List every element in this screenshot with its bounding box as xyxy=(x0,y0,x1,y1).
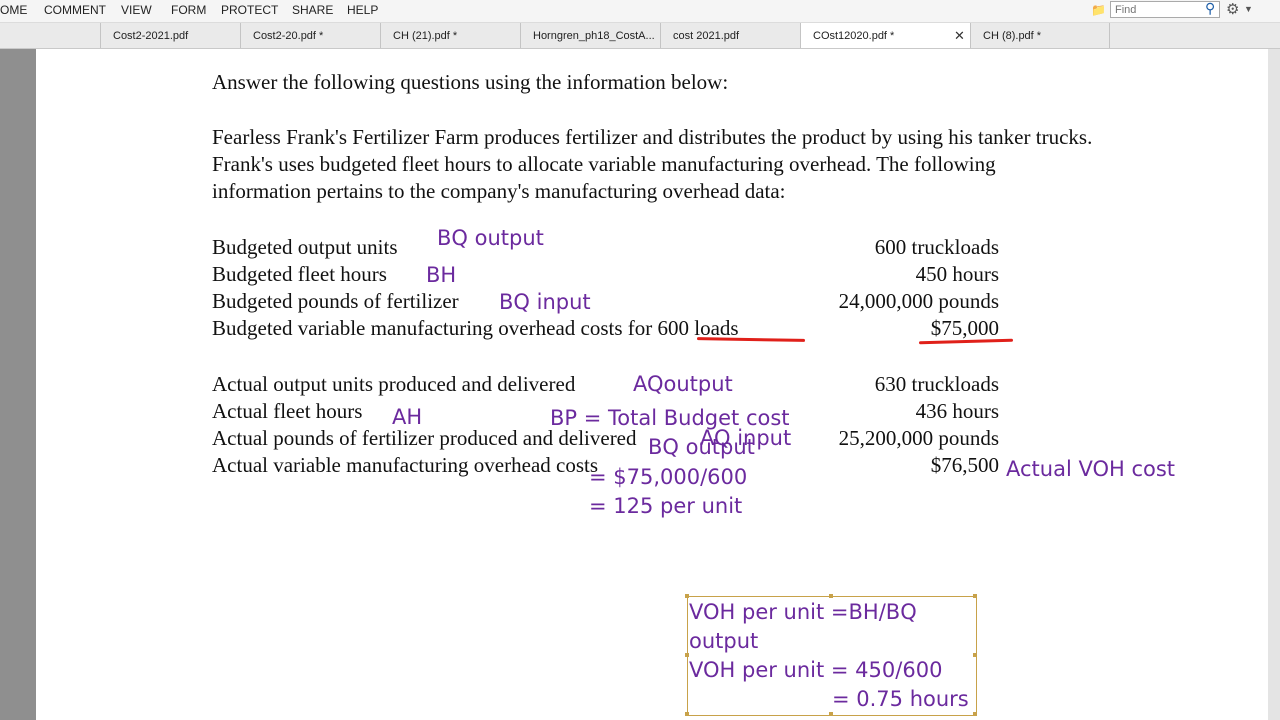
menu-comment[interactable]: COMMENT xyxy=(44,3,106,17)
annotation-bq-input[interactable]: BQ input xyxy=(499,290,591,314)
annotation-bp-calc[interactable]: = $75,000/600 xyxy=(589,465,747,489)
tab-ch21[interactable]: CH (21).pdf * xyxy=(380,23,520,48)
intro-text: Answer the following questions using the… xyxy=(212,70,729,94)
annotation-bh[interactable]: BH xyxy=(426,263,456,287)
menu-home[interactable]: OME xyxy=(0,3,27,17)
textbox-line-1: VOH per unit =BH/BQ xyxy=(689,600,917,624)
close-icon[interactable]: ✕ xyxy=(954,23,965,49)
find-input[interactable] xyxy=(1110,1,1220,18)
tab-cost2-2021[interactable]: Cost2-2021.pdf xyxy=(100,23,240,48)
vertical-scrollbar[interactable] xyxy=(1268,49,1280,720)
row-label-budgeted-pounds: Budgeted pounds of fertilizer xyxy=(212,289,459,313)
document-tabs: Cost2-2021.pdf Cost2-20.pdf * CH (21).pd… xyxy=(0,23,1280,49)
tab-cost-2021[interactable]: cost 2021.pdf xyxy=(660,23,800,48)
annotation-aq-output[interactable]: AQoutput xyxy=(633,372,733,396)
resize-handle[interactable] xyxy=(829,594,833,598)
row-label-budgeted-output: Budgeted output units xyxy=(212,235,398,259)
menu-form[interactable]: FORM xyxy=(171,3,206,17)
row-value-budgeted-output: 600 truckloads xyxy=(874,235,999,259)
row-label-budgeted-hours: Budgeted fleet hours xyxy=(212,262,387,286)
resize-handle[interactable] xyxy=(685,712,689,716)
resize-handle[interactable] xyxy=(829,712,833,716)
folder-search-icon[interactable]: 📁 xyxy=(1091,2,1107,18)
textbox-line-4: = 0.75 hours xyxy=(832,687,969,711)
annotation-bq-output[interactable]: BQ output xyxy=(437,226,544,250)
tab-horngren[interactable]: Horngren_ph18_CostA... xyxy=(520,23,660,48)
resize-handle[interactable] xyxy=(973,594,977,598)
annotation-actual-voh[interactable]: Actual VOH cost xyxy=(1006,457,1175,481)
menu-bar: OME COMMENT VIEW FORM PROTECT SHARE HELP… xyxy=(0,0,1280,23)
annotation-bq-output-denominator[interactable]: BQ output xyxy=(648,435,755,459)
annotation-ah[interactable]: AH xyxy=(392,405,422,429)
row-label-actual-output: Actual output units produced and deliver… xyxy=(212,372,576,396)
annotation-bp-result[interactable]: = 125 per unit xyxy=(589,494,742,518)
row-value-budgeted-voh: $75,000 xyxy=(930,316,999,340)
paragraph-line-1: Fearless Frank's Fertilizer Farm produce… xyxy=(212,125,1093,149)
row-value-actual-hours: 436 hours xyxy=(915,399,999,423)
row-label-actual-voh: Actual variable manufacturing overhead c… xyxy=(212,453,599,477)
magnifier-icon[interactable]: ⚲ xyxy=(1205,0,1215,17)
row-value-actual-output: 630 truckloads xyxy=(874,372,999,396)
resize-handle[interactable] xyxy=(973,712,977,716)
row-value-budgeted-hours: 450 hours xyxy=(915,262,999,286)
resize-handle[interactable] xyxy=(973,653,977,657)
resize-handle[interactable] xyxy=(685,653,689,657)
textbox-line-2: output xyxy=(689,629,759,653)
menu-view[interactable]: VIEW xyxy=(121,3,152,17)
menu-protect[interactable]: PROTECT xyxy=(221,3,278,17)
row-label-actual-hours: Actual fleet hours xyxy=(212,399,363,423)
tab-ch8[interactable]: CH (8).pdf * xyxy=(970,23,1110,48)
row-value-actual-pounds: 25,200,000 pounds xyxy=(838,426,999,450)
paragraph-line-2: Frank's uses budgeted fleet hours to all… xyxy=(212,152,996,176)
chevron-down-icon[interactable]: ▼ xyxy=(1244,4,1253,14)
tab-cost2-20[interactable]: Cost2-20.pdf * xyxy=(240,23,380,48)
menu-help[interactable]: HELP xyxy=(347,3,378,17)
row-label-budgeted-voh: Budgeted variable manufacturing overhead… xyxy=(212,316,739,340)
paragraph-line-3: information pertains to the company's ma… xyxy=(212,179,786,203)
textbox-line-3: VOH per unit = 450/600 xyxy=(689,658,943,682)
row-value-budgeted-pounds: 24,000,000 pounds xyxy=(838,289,999,313)
menu-share[interactable]: SHARE xyxy=(292,3,333,17)
resize-handle[interactable] xyxy=(685,594,689,598)
row-value-actual-voh: $76,500 xyxy=(930,453,999,477)
gear-icon[interactable]: ⚙ xyxy=(1226,0,1239,18)
tab-cost12020-active[interactable]: COst12020.pdf * xyxy=(800,23,970,48)
